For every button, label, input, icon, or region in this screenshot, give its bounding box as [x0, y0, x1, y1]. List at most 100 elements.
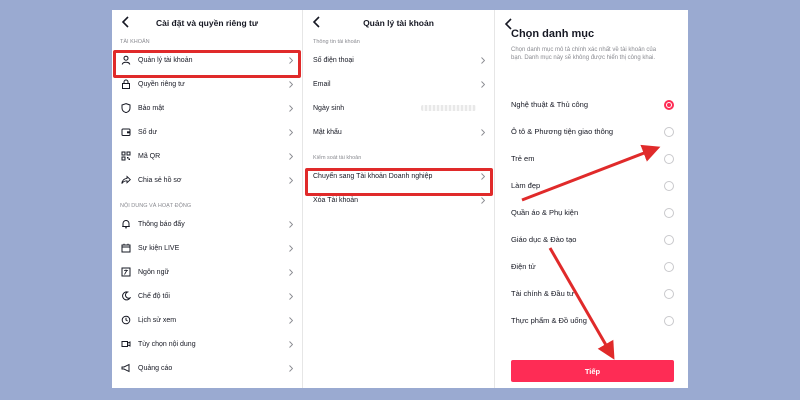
megaphone-icon — [120, 362, 132, 374]
menu-item-label: Số dư — [138, 128, 158, 136]
menu-item-qr-code[interactable]: Mã QR — [112, 144, 302, 168]
radio-icon[interactable] — [664, 126, 674, 137]
radio-icon[interactable] — [664, 234, 674, 245]
chevron-right-icon — [480, 128, 486, 136]
category-option[interactable]: Ô tô & Phương tiện giao thông — [495, 118, 688, 145]
menu-item-label: Ngôn ngữ — [138, 268, 170, 276]
menu-item-label: Quản lý tài khoản — [138, 56, 193, 64]
menu-item-dark-mode[interactable]: Chế độ tối — [112, 284, 302, 308]
back-icon[interactable] — [118, 14, 134, 30]
category-option[interactable]: Làm đẹp — [495, 172, 688, 199]
category-option[interactable]: Giáo dục & Đào tạo — [495, 226, 688, 253]
menu-item-label: Xóa Tài khoản — [313, 196, 359, 204]
category-label: Điện tử — [511, 262, 536, 271]
menu-item-label: Mật khẩu — [313, 128, 342, 136]
menu-item-email[interactable]: Email — [303, 72, 494, 96]
menu-item-birthday[interactable]: Ngày sinh — [303, 96, 494, 120]
menu-item-switch-business-account[interactable]: Chuyển sang Tài khoản Doanh nghiệp — [303, 164, 494, 188]
category-option[interactable]: Quần áo & Phụ kiện — [495, 199, 688, 226]
chevron-right-icon — [288, 152, 294, 160]
manage-account-panel: Quản lý tài khoản Thông tin tài khoản Số… — [302, 10, 494, 388]
radio-icon[interactable] — [664, 261, 674, 272]
menu-item-language[interactable]: Ngôn ngữ — [112, 260, 302, 284]
menu-item-ads[interactable]: Quảng cáo — [112, 356, 302, 380]
menu-item-label: Sự kiện LIVE — [138, 244, 180, 252]
back-icon[interactable] — [309, 14, 325, 30]
chevron-right-icon — [288, 176, 294, 184]
chevron-right-icon — [288, 292, 294, 300]
menu-item-security[interactable]: Bảo mật — [112, 96, 302, 120]
menu-item-label: Thông báo đẩy — [138, 220, 185, 228]
menu-item-label: Chế độ tối — [138, 292, 170, 300]
menu-item-manage-account[interactable]: Quản lý tài khoản — [112, 48, 302, 72]
menu-item-password[interactable]: Mật khẩu — [303, 120, 494, 144]
menu-item-label: Lịch sử xem — [138, 316, 177, 324]
chevron-right-icon — [288, 316, 294, 324]
category-description: Chọn danh mục mô tả chính xác nhất về tà… — [511, 47, 657, 61]
menu-item-phone-number[interactable]: Số điện thoại — [303, 48, 494, 72]
person-icon — [120, 54, 132, 66]
category-option[interactable]: Nghệ thuật & Thủ công — [495, 91, 688, 118]
calendar-icon — [120, 242, 132, 254]
chevron-right-icon — [480, 172, 486, 180]
language-icon — [120, 266, 132, 278]
chevron-right-icon — [480, 56, 486, 64]
menu-item-push-notifications[interactable]: Thông báo đẩy — [112, 212, 302, 236]
category-option[interactable]: Thực phẩm & Đồ uống — [495, 307, 688, 334]
wallet-icon — [120, 126, 132, 138]
section-header-content-activity: NỘI DUNG VÀ HOẠT ĐỘNG — [120, 203, 192, 209]
menu-item-delete-account[interactable]: Xóa Tài khoản — [303, 188, 494, 212]
category-option[interactable]: Tài chính & Đầu tư — [495, 280, 688, 307]
chevron-right-icon — [288, 56, 294, 64]
category-label: Tài chính & Đầu tư — [511, 289, 574, 298]
menu-item-balance[interactable]: Số dư — [112, 120, 302, 144]
chevron-right-icon — [288, 364, 294, 372]
chevron-right-icon — [288, 268, 294, 276]
category-list: Nghệ thuật & Thủ công Ô tô & Phương tiện… — [495, 91, 688, 334]
menu-item-share-profile[interactable]: Chia sẻ hồ sơ — [112, 168, 302, 192]
shield-icon — [120, 102, 132, 114]
chevron-right-icon — [288, 80, 294, 88]
category-option[interactable]: Trẻ em — [495, 145, 688, 172]
radio-icon[interactable] — [664, 207, 674, 218]
share-icon — [120, 174, 132, 186]
bell-icon — [120, 218, 132, 230]
next-button[interactable]: Tiếp — [511, 360, 674, 382]
video-icon — [120, 338, 132, 350]
menu-item-watch-history[interactable]: Lịch sử xem — [112, 308, 302, 332]
history-icon — [120, 314, 132, 326]
chevron-right-icon — [288, 128, 294, 136]
chevron-right-icon — [288, 340, 294, 348]
radio-icon[interactable] — [664, 180, 674, 191]
chevron-right-icon — [288, 220, 294, 228]
radio-selected-icon[interactable] — [664, 99, 674, 110]
settings-header: Cài đặt và quyền riêng tư — [112, 10, 302, 36]
category-option[interactable]: Điện tử — [495, 253, 688, 280]
choose-category-panel: Chọn danh mục Chọn danh mục mô tả chính … — [494, 10, 688, 388]
qr-code-icon — [120, 150, 132, 162]
menu-item-content-preferences[interactable]: Tùy chọn nội dung — [112, 332, 302, 356]
category-label: Ô tô & Phương tiện giao thông — [511, 127, 614, 136]
section-header-account-control: Kiểm soát tài khoản — [313, 155, 362, 161]
radio-icon[interactable] — [664, 288, 674, 299]
menu-item-label: Bảo mật — [138, 104, 165, 112]
menu-item-label: Số điện thoại — [313, 56, 354, 64]
menu-item-label: Email — [313, 80, 331, 88]
chevron-right-icon — [288, 244, 294, 252]
menu-item-privacy[interactable]: Quyền riêng tư — [112, 72, 302, 96]
radio-icon[interactable] — [664, 315, 674, 326]
menu-item-label: Tùy chọn nội dung — [138, 340, 196, 348]
settings-privacy-panel: Cài đặt và quyền riêng tư TÀI KHOẢN Quản… — [112, 10, 302, 388]
page-title: Chọn danh mục — [511, 28, 595, 40]
chevron-right-icon — [288, 104, 294, 112]
category-label: Nghệ thuật & Thủ công — [511, 100, 588, 109]
back-icon[interactable] — [501, 16, 517, 32]
category-label: Quần áo & Phụ kiện — [511, 208, 579, 217]
menu-item-label: Chuyển sang Tài khoản Doanh nghiệp — [313, 172, 433, 180]
chevron-right-icon — [480, 196, 486, 204]
blurred-birthday-value — [421, 105, 476, 111]
menu-item-live-events[interactable]: Sự kiện LIVE — [112, 236, 302, 260]
section-header-account: TÀI KHOẢN — [120, 39, 150, 45]
menu-item-label: Chia sẻ hồ sơ — [138, 176, 182, 184]
radio-icon[interactable] — [664, 153, 674, 164]
